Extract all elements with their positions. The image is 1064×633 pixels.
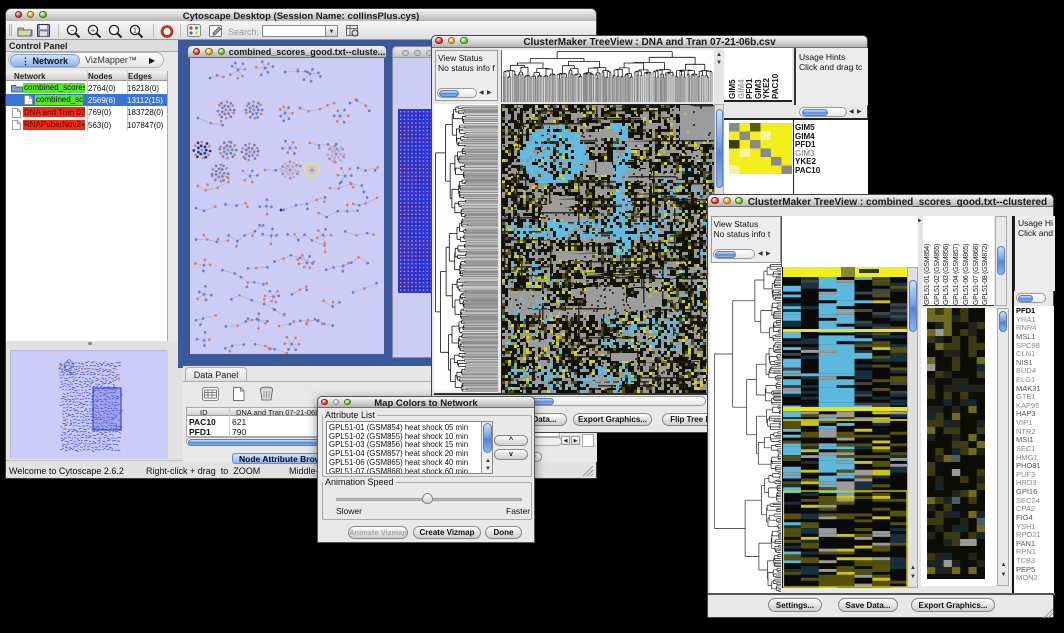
svg-text:+: + <box>91 28 95 35</box>
svg-text:1: 1 <box>133 28 137 35</box>
svg-text:−: − <box>70 28 74 35</box>
